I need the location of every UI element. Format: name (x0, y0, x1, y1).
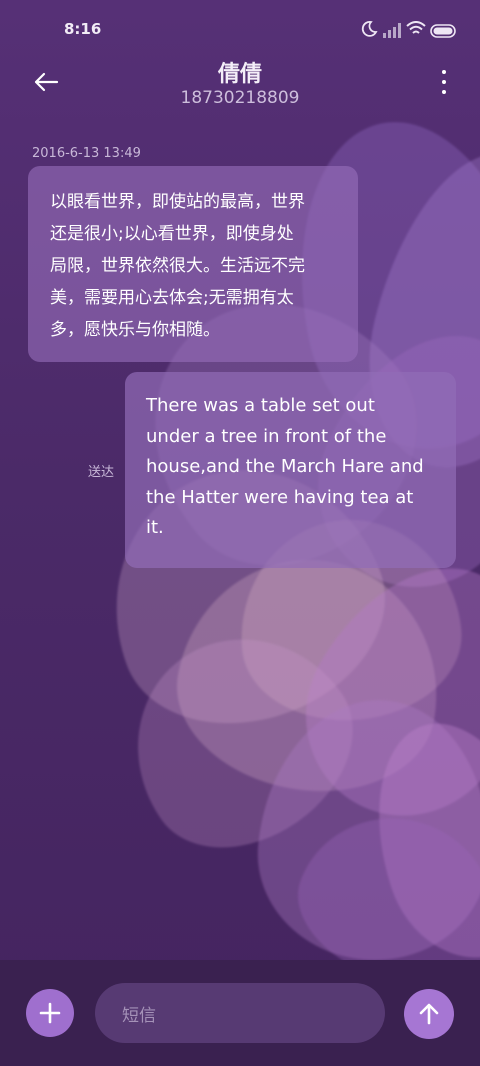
battery-icon (430, 23, 458, 42)
outgoing-message-bubble[interactable]: There was a table set out under a tree i… (125, 372, 456, 568)
plus-icon (39, 1002, 61, 1024)
incoming-message-line: 局限，世界依然很大。生活远不完 (50, 256, 305, 276)
incoming-message-bubble[interactable]: 以眼看世界，即使站的最高，世界 还是很小;以心看世界，即使身处 局限，世界依然很… (28, 166, 358, 362)
outgoing-message-line: it. (146, 517, 164, 538)
moon-icon (360, 20, 378, 42)
incoming-message-line: 还是很小;以心看世界，即使身处 (50, 224, 294, 244)
contact-phone-number: 18730218809 (180, 88, 300, 108)
incoming-message-line: 美，需要用心去体会;无需拥有太 (50, 288, 294, 308)
signal-icon (382, 22, 402, 42)
outgoing-message-line: house,and the March Hare and (146, 456, 424, 477)
send-button[interactable] (404, 989, 454, 1039)
more-vertical-icon (442, 70, 446, 94)
incoming-message-line: 多，愿快乐与你相随。 (50, 320, 220, 340)
status-time: 8:16 (64, 20, 102, 38)
outgoing-message-line: the Hatter were having tea at (146, 486, 414, 508)
message-timestamp: 2016-6-13 13:49 (32, 146, 141, 161)
outgoing-message-line: There was a table set out (146, 395, 375, 416)
message-input-placeholder: 短信 (122, 1005, 156, 1026)
send-arrow-up-icon (419, 1003, 439, 1025)
incoming-message-line: 以眼看世界，即使站的最高，世界 (50, 192, 305, 212)
message-input[interactable]: 短信 (95, 983, 385, 1043)
status-bar: 8:16 (0, 0, 480, 60)
contact-name: 倩倩 (217, 62, 262, 87)
more-options-button[interactable] (438, 70, 450, 94)
wifi-icon (406, 21, 426, 41)
outgoing-message-line: under a tree in front of the (146, 425, 387, 447)
add-attachment-button[interactable] (26, 989, 74, 1037)
delivery-status: 送达 (88, 465, 115, 480)
